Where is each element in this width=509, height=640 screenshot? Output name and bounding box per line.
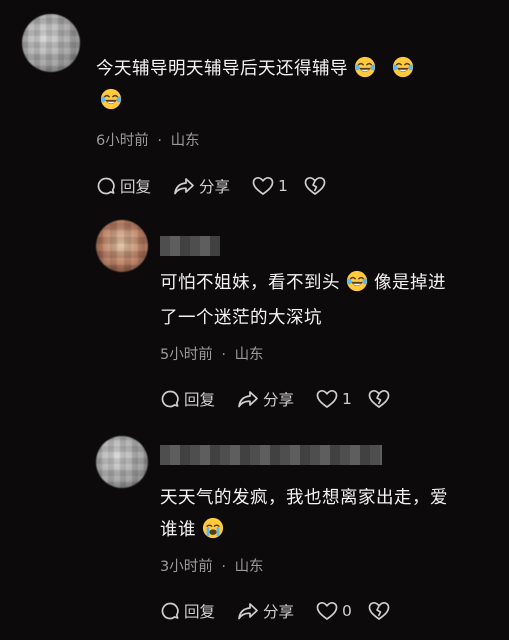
avatar[interactable] [96,436,148,488]
comment-text-line2: 了一个迷茫的大深坑 [160,303,322,333]
laughing-crying-emoji-icon [346,270,368,292]
share-button[interactable]: 分享 [237,600,294,622]
separator: · [221,559,226,575]
comment-meta: 3小时前 · 山东 [160,555,264,576]
timestamp: 3小时前 [160,559,213,575]
broken-heart-icon [368,601,390,621]
like-button[interactable]: 1 [252,176,288,196]
like-button[interactable]: 1 [316,389,352,409]
comment-text: 可怕不姐妹，看不到头 像是掉进 [160,268,446,298]
share-label: 分享 [199,178,231,196]
reply-label: 回复 [120,178,152,196]
comment-text-line: 可怕不姐妹，看不到头 [160,273,340,293]
timestamp: 5小时前 [160,347,213,363]
avatar[interactable] [22,14,80,72]
comment-text-line: 天天气的发疯，我也想离家出走，爱 [160,488,448,508]
comment-actions: 回复 分享 0 [160,600,412,622]
share-arrow-icon [237,389,259,409]
like-count: 1 [278,177,288,195]
reply-label: 回复 [184,603,216,621]
reply-button[interactable]: 回复 [160,600,215,622]
comment-text-line: 今天辅导明天辅导后天还得辅导 [96,59,348,79]
heart-icon [316,601,338,621]
separator: · [221,347,226,363]
comment-text-line2: 谁谁 [160,515,226,545]
location: 山东 [234,559,264,575]
separator: · [157,133,162,149]
comment-text: 今天辅导明天辅导后天还得辅导 [96,54,416,84]
reply-label: 回复 [184,391,216,409]
heart-icon [316,389,338,409]
like-button[interactable]: 0 [316,601,352,621]
broken-heart-icon [368,389,390,409]
reply-bubble-icon [160,601,180,621]
reply-button[interactable]: 回复 [96,175,151,197]
comment-text: 天天气的发疯，我也想离家出走，爱 [160,483,448,513]
laughing-crying-emoji-icon [392,56,414,78]
share-button[interactable]: 分享 [237,388,294,410]
dislike-button[interactable] [368,601,390,621]
dislike-button[interactable] [304,176,326,196]
location: 山东 [170,133,200,149]
sobbing-emoji-icon [202,517,224,539]
comment-text-line: 了一个迷茫的大深坑 [160,308,322,328]
laughing-crying-emoji-icon [354,56,376,78]
reply-button[interactable]: 回复 [160,388,215,410]
like-count: 0 [342,602,352,620]
share-arrow-icon [173,176,195,196]
laughing-crying-emoji-icon [100,88,122,110]
reply-bubble-icon [96,176,116,196]
comment-text-line: 像是掉进 [374,273,446,293]
broken-heart-icon [304,176,326,196]
comment-text-line: 谁谁 [160,520,196,540]
username-blurred[interactable] [160,236,220,256]
comment-meta: 5小时前 · 山东 [160,343,264,364]
location: 山东 [234,347,264,363]
username-blurred[interactable] [160,445,382,465]
reply-bubble-icon [160,389,180,409]
like-count: 1 [342,390,352,408]
comment-meta: 6小时前 · 山东 [96,129,200,150]
dislike-button[interactable] [368,389,390,409]
share-label: 分享 [263,603,295,621]
timestamp: 6小时前 [96,133,149,149]
comment-actions: 回复 分享 1 [160,388,412,410]
share-label: 分享 [263,391,295,409]
comment-text-line2 [98,86,124,116]
share-button[interactable]: 分享 [173,175,230,197]
share-arrow-icon [237,601,259,621]
avatar[interactable] [96,220,148,272]
comment-actions: 回复 分享 1 [96,175,348,197]
heart-icon [252,176,274,196]
